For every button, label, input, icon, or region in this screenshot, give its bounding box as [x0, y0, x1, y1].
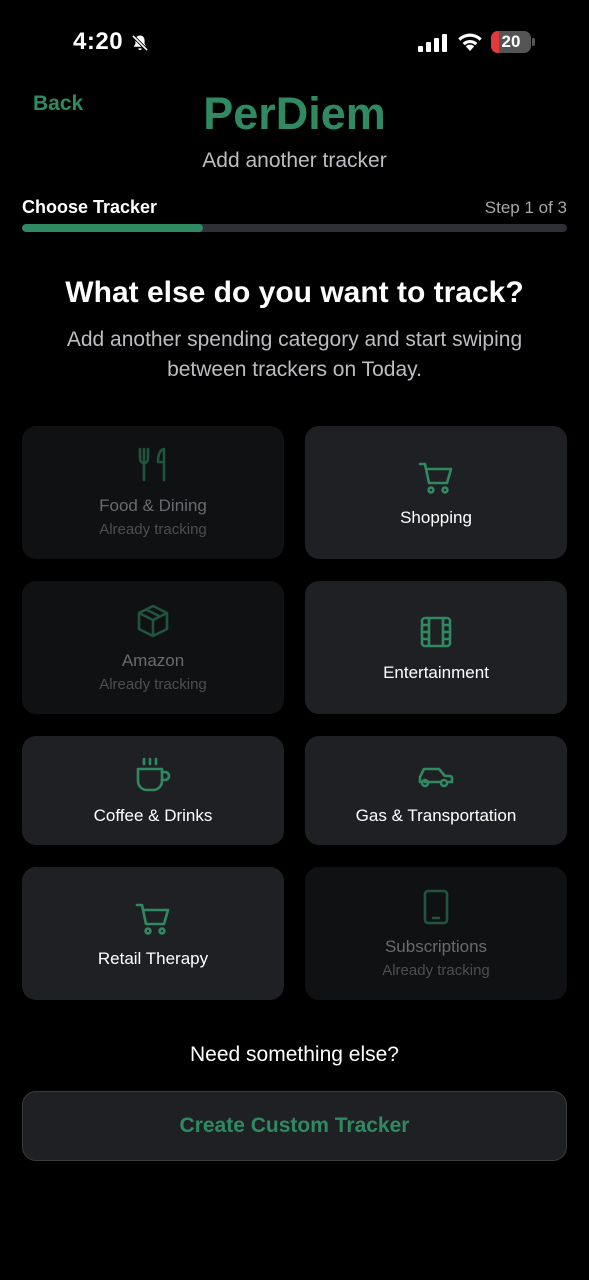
- tracker-label: Coffee & Drinks: [93, 806, 213, 825]
- cart-icon: [22, 901, 284, 937]
- tracker-card-amazon: Amazon Already tracking: [22, 581, 284, 714]
- tracker-card-coffee-drinks[interactable]: Coffee & Drinks: [22, 736, 284, 845]
- tracker-note: Already tracking: [382, 962, 490, 979]
- step-label: Choose Tracker: [22, 197, 158, 217]
- tracker-label: Food & Dining: [99, 496, 207, 515]
- tracker-card-gas-transportation[interactable]: Gas & Transportation: [305, 736, 567, 845]
- tracker-label: Shopping: [400, 508, 472, 527]
- tracker-label: Gas & Transportation: [355, 806, 517, 825]
- page-subtitle: Add another tracker: [202, 149, 387, 172]
- cart-icon: [305, 460, 567, 496]
- tracker-card-retail-therapy[interactable]: Retail Therapy: [22, 867, 284, 1000]
- app-title: PerDiem: [203, 88, 386, 139]
- tracker-card-shopping[interactable]: Shopping: [305, 426, 567, 559]
- phone-icon: [305, 889, 567, 925]
- status-time: 4:20: [73, 28, 124, 55]
- tracker-note: Already tracking: [99, 521, 207, 538]
- custom-tracker-prompt: Need something else?: [190, 1043, 399, 1066]
- battery-tip: [532, 38, 535, 46]
- car-icon: [305, 764, 567, 790]
- battery-indicator: 20: [491, 31, 531, 53]
- battery-level: 20: [501, 32, 521, 51]
- bell-muted-icon: [131, 34, 149, 52]
- tracker-label: Entertainment: [383, 663, 489, 682]
- status-bar: 4:20 20: [0, 0, 589, 88]
- create-custom-tracker-button[interactable]: Create Custom Tracker: [22, 1091, 567, 1161]
- film-icon: [305, 615, 567, 649]
- fork-knife-icon: [22, 446, 284, 482]
- tracker-card-entertainment[interactable]: Entertainment: [305, 581, 567, 714]
- step-progress-bar: [22, 224, 567, 232]
- tracker-card-food-dining: Food & Dining Already tracking: [22, 426, 284, 559]
- signal-icon: [418, 34, 447, 52]
- tracker-label: Subscriptions: [384, 937, 488, 956]
- question-heading: What else do you want to track?: [65, 276, 524, 309]
- wifi-icon: [458, 33, 482, 51]
- step-progress-fill: [22, 224, 204, 232]
- box-icon: [22, 603, 284, 639]
- tracker-label: Amazon: [121, 651, 185, 670]
- tracker-card-subscriptions: Subscriptions Already tracking: [305, 867, 567, 1000]
- tracker-label: Retail Therapy: [97, 949, 209, 968]
- question-description: Add another spending category and start …: [66, 328, 523, 381]
- tracker-note: Already tracking: [99, 676, 207, 693]
- coffee-cup-icon: [22, 756, 284, 794]
- step-count: Step 1 of 3: [484, 198, 567, 217]
